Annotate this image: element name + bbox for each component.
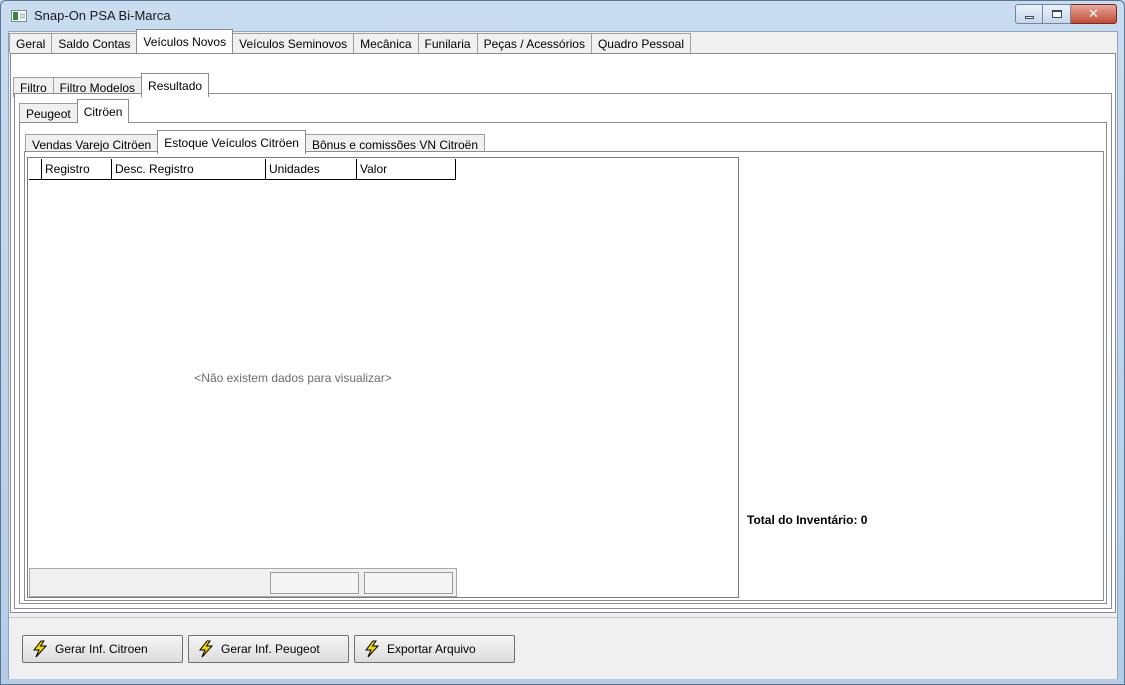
tab-resultado[interactable]: Resultado [141, 73, 210, 97]
footer-cell-valor [364, 572, 453, 594]
tab-pecas-acessorios[interactable]: Peças / Acessórios [476, 33, 592, 53]
footer-cell-unidades [270, 572, 359, 594]
inventory-total: Total do Inventário: 0 [747, 513, 867, 527]
maximize-icon [1051, 10, 1062, 18]
tab-veiculos-novos[interactable]: Veículos Novos [136, 29, 234, 53]
minimize-icon [1024, 15, 1034, 19]
column-header-registro[interactable]: Registro [42, 159, 112, 179]
grid-footer [29, 568, 457, 597]
action-bar: Gerar Inf. Citroen Gerar Inf. Peugeot Ex… [9, 617, 1117, 679]
lightning-icon [364, 640, 380, 658]
window-controls: ✕ [1015, 4, 1117, 24]
brand-tab-strip: Peugeot Citröen [19, 99, 130, 123]
title-bar[interactable]: Snap-On PSA Bi-Marca ✕ [1, 1, 1124, 31]
grid-empty-message: <Não existem dados para visualizar> [194, 371, 392, 385]
gerar-citroen-button[interactable]: Gerar Inf. Citroen [22, 635, 183, 663]
tab-quadro-pessoal[interactable]: Quadro Pessoal [590, 33, 692, 53]
grid-row-selector-header[interactable] [29, 159, 42, 179]
maximize-button[interactable] [1043, 4, 1071, 24]
total-label: Total do Inventário: [747, 513, 858, 527]
app-window: Snap-On PSA Bi-Marca ✕ Geral Saldo Conta… [0, 0, 1125, 685]
tab-mecanica[interactable]: Mecânica [353, 33, 419, 53]
tab-veiculos-seminovos[interactable]: Veículos Seminovos [232, 33, 355, 53]
tab-saldo-contas[interactable]: Saldo Contas [51, 33, 138, 53]
minimize-button[interactable] [1015, 4, 1043, 24]
inventory-grid[interactable]: Registro Desc. Registro Unidades Valor <… [27, 157, 739, 598]
tab-geral[interactable]: Geral [9, 33, 53, 53]
gerar-citroen-label: Gerar Inf. Citroen [55, 642, 148, 656]
gerar-peugeot-button[interactable]: Gerar Inf. Peugeot [188, 635, 349, 663]
column-header-unidades[interactable]: Unidades [266, 159, 357, 179]
window-title: Snap-On PSA Bi-Marca [34, 8, 171, 23]
main-tab-strip: Geral Saldo Contas Veículos Novos Veícul… [9, 29, 692, 53]
tab-peugeot[interactable]: Peugeot [19, 103, 78, 123]
close-icon: ✕ [1088, 6, 1099, 22]
total-value: 0 [860, 513, 868, 527]
tab-funilaria[interactable]: Funilaria [417, 33, 478, 53]
grid-header: Registro Desc. Registro Unidades Valor [29, 159, 456, 180]
tab-estoque-veiculos-citroen[interactable]: Estoque Veículos Citröen [157, 130, 306, 154]
column-header-valor[interactable]: Valor [357, 159, 455, 179]
close-button[interactable]: ✕ [1071, 4, 1117, 24]
client-area: Geral Saldo Contas Veículos Novos Veícul… [8, 29, 1118, 679]
tab-citroen[interactable]: Citröen [76, 99, 130, 123]
exportar-arquivo-button[interactable]: Exportar Arquivo [354, 635, 515, 663]
exportar-arquivo-label: Exportar Arquivo [387, 642, 476, 656]
column-header-desc-registro[interactable]: Desc. Registro [112, 159, 266, 179]
app-window-icon [11, 10, 27, 22]
lightning-icon [198, 640, 214, 658]
gerar-peugeot-label: Gerar Inf. Peugeot [221, 642, 320, 656]
lightning-icon [32, 640, 48, 658]
